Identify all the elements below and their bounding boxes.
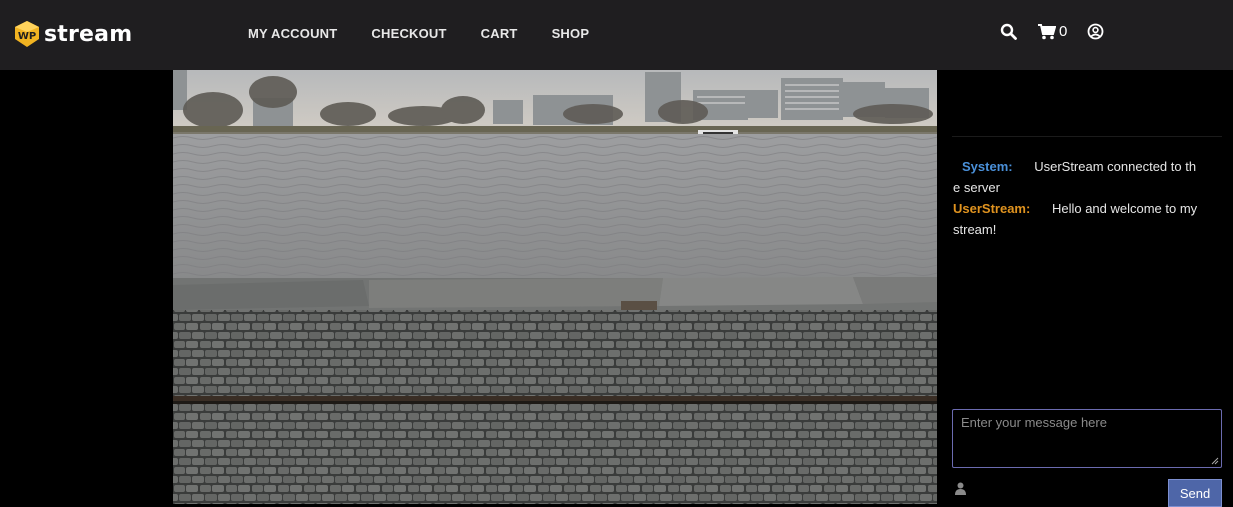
search-icon[interactable] [1000,23,1017,40]
cart-icon [1038,24,1056,40]
video-player[interactable] [173,70,937,504]
nav-cart[interactable]: CART [481,26,518,41]
logo-badge-icon: WP [15,21,39,47]
main-nav: MY ACCOUNT CHECKOUT CART SHOP [248,26,623,41]
chat-message-system: System: UserStream connected to the serv… [953,156,1203,198]
chat-message-input[interactable] [952,409,1222,468]
header-icons: 0 [1000,23,1104,40]
nav-my-account[interactable]: MY ACCOUNT [248,26,337,41]
chat-message-user: UserStream: Hello and welcome to my stre… [953,198,1203,240]
user-circle-icon[interactable] [1087,23,1104,40]
chat-username-userstream: UserStream: [953,201,1031,216]
video-frame [173,70,937,504]
cart-link[interactable]: 0 [1037,23,1067,40]
chat-username-system: System: [962,159,1013,174]
user-icon [955,482,966,495]
svg-text:WP: WP [18,31,36,42]
cart-count: 0 [1059,23,1068,40]
site-header: WP stream MY ACCOUNT CHECKOUT CART SHOP … [0,0,1233,70]
send-button[interactable]: Send [1168,479,1222,507]
site-logo[interactable]: WP stream [12,18,132,50]
nav-checkout[interactable]: CHECKOUT [371,26,446,41]
chat-divider [952,136,1222,137]
logo-text: stream [44,21,133,47]
resize-grip-icon[interactable] [1210,456,1219,465]
chat-panel: System: UserStream connected to the serv… [937,70,1233,507]
nav-shop[interactable]: SHOP [552,26,590,41]
